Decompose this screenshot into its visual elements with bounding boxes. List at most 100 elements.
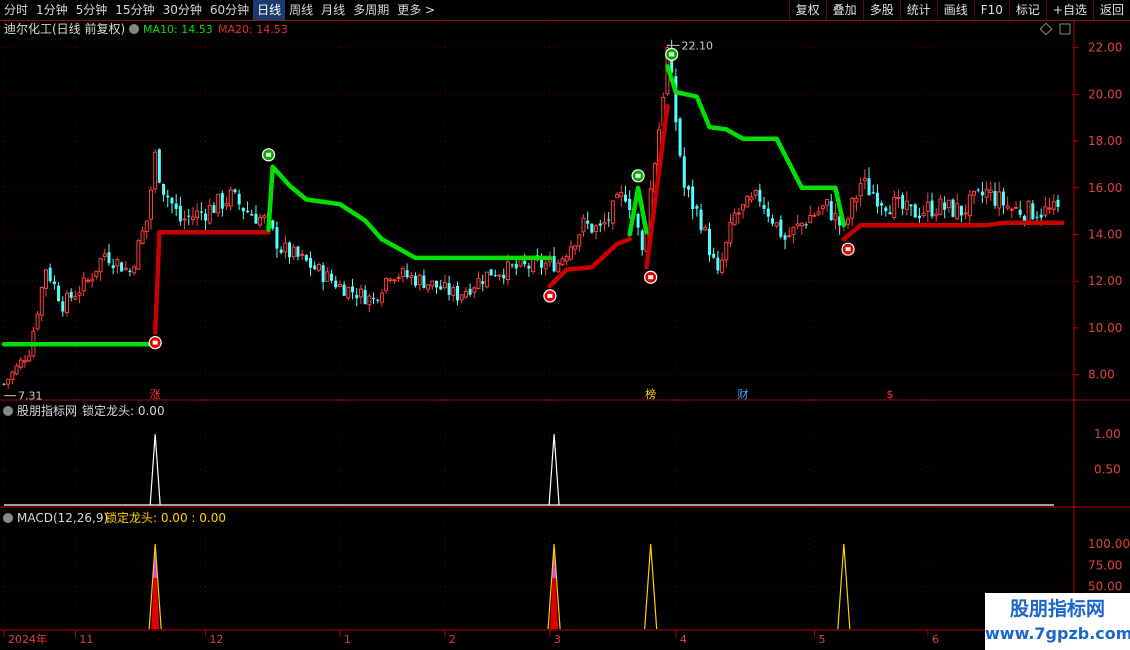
candle-body-down [514, 263, 518, 269]
candle-body-up [325, 271, 330, 282]
candle-body-down [552, 256, 556, 272]
candle-body-down [435, 280, 439, 288]
candle-body-down [162, 183, 166, 195]
candle-body-up [472, 287, 477, 293]
tool-button-2[interactable]: 多股 [862, 0, 900, 20]
y-tick-label: 20.00 [1088, 87, 1122, 101]
dropdown-icon [3, 406, 13, 416]
watermark-line2: www.7gpzb.com [985, 624, 1130, 643]
candle-body-down [296, 246, 300, 257]
candle-body-up [396, 276, 401, 279]
panel2-title: 股朋指标网 [17, 403, 77, 418]
x-tick-label: 2024年 [8, 632, 47, 646]
candle-body-up [73, 296, 78, 300]
candle-body-up [1026, 200, 1031, 223]
candle-body-down [930, 200, 934, 217]
tool-button-8[interactable]: 返回 [1092, 0, 1130, 20]
candle-body-down [275, 227, 279, 249]
candle-body-up [984, 189, 989, 198]
candle-body-up [400, 268, 405, 277]
candle-body-up [787, 235, 792, 238]
signal-glyph [669, 52, 675, 57]
tool-button-3[interactable]: 统计 [899, 0, 937, 20]
candle-body-down [901, 195, 905, 209]
candle-body-down [178, 205, 182, 222]
x-tick-label: 4 [680, 633, 687, 646]
candle-body-down [880, 203, 884, 206]
candle-body-down [607, 219, 611, 221]
candle-body-down [527, 265, 531, 269]
tab-timeframe-2[interactable]: 5分钟 [72, 0, 112, 20]
y-tick-label: 10.00 [1088, 321, 1122, 335]
candle-body-up [850, 197, 855, 219]
tab-timeframe-10[interactable]: 更多 > [393, 0, 439, 20]
candle-body-down [187, 215, 191, 217]
candle-body-down [157, 149, 161, 183]
tab-timeframe-3[interactable]: 15分钟 [111, 0, 158, 20]
candle-body-down [220, 193, 224, 209]
tool-button-5[interactable]: F10 [973, 0, 1009, 20]
tab-timeframe-9[interactable]: 多周期 [349, 0, 393, 20]
candle-body-down [943, 202, 947, 210]
candle-body-down [313, 265, 317, 270]
candle-body-up [615, 194, 620, 199]
candle-body-up [946, 199, 951, 209]
candle-body-up [925, 201, 930, 212]
candle-body-up [35, 313, 40, 330]
candle-body-down [909, 204, 913, 207]
candle-body-down [489, 269, 493, 276]
tab-timeframe-7[interactable]: 周线 [285, 0, 317, 20]
candle-body-down [170, 197, 174, 204]
candle-body-down [372, 297, 376, 299]
candle-body-down [61, 301, 65, 312]
candle-body-down [241, 207, 245, 212]
candle-body-up [190, 216, 195, 220]
candle-body-up [1043, 206, 1048, 216]
tab-timeframe-6[interactable]: 日线 [253, 0, 286, 20]
watermark-line1: 股朋指标网 [1009, 598, 1105, 620]
candle-body-down [2, 383, 6, 385]
tab-timeframe-4[interactable]: 30分钟 [159, 0, 206, 20]
candle-body-up [39, 286, 44, 316]
event-marker: 涨 [150, 388, 161, 401]
candle-body-down [254, 213, 258, 224]
candle-body-up [988, 189, 993, 193]
candle-body-down [174, 203, 178, 209]
tool-button-1[interactable]: 叠加 [825, 0, 863, 20]
y-tick-label: 50.00 [1088, 580, 1122, 594]
candle-body-up [556, 262, 561, 273]
candle-body-up [904, 200, 909, 210]
candle-body-down [456, 286, 460, 301]
tab-timeframe-0[interactable]: 分时 [0, 0, 32, 20]
candle-body-up [573, 245, 578, 250]
candle-body-down [279, 249, 283, 253]
candlestick-chart[interactable]: 8.00 10.00 12.00 14.00 16.00 18.00 20.00 22.00 0… [0, 21, 1130, 650]
candle-body-down [867, 178, 871, 196]
candle-body-up [1051, 201, 1056, 210]
tool-button-6[interactable]: 标记 [1008, 0, 1046, 20]
candle-body-down [829, 201, 833, 220]
candle-body-up [442, 281, 447, 289]
candle-body-up [862, 177, 867, 182]
tool-button-4[interactable]: 画线 [936, 0, 974, 20]
candle-body-up [1047, 207, 1052, 210]
x-tick-label: 6 [932, 633, 939, 646]
candle-body-up [484, 271, 489, 288]
tab-timeframe-8[interactable]: 月线 [317, 0, 349, 20]
candle-body-up [207, 204, 212, 224]
candle-body-up [568, 246, 573, 260]
candle-body-up [144, 220, 149, 232]
tool-button-7[interactable]: +自选 [1045, 0, 1093, 20]
candle-body-up [18, 359, 23, 368]
tool-button-0[interactable]: 复权 [788, 0, 826, 20]
panel3-indicator: 锁定龙头: 0.00 : 0.00 [105, 510, 226, 525]
candle-body-down [481, 281, 485, 284]
candle-body-up [140, 230, 145, 244]
tab-timeframe-1[interactable]: 1分钟 [32, 0, 72, 20]
y-tick-label: 75.00 [1088, 558, 1122, 572]
candle-body-down [334, 280, 338, 288]
candle-body-up [94, 270, 99, 277]
candle-body-up [43, 269, 48, 289]
candle-body-up [388, 278, 393, 281]
tab-timeframe-5[interactable]: 60分钟 [206, 0, 253, 20]
